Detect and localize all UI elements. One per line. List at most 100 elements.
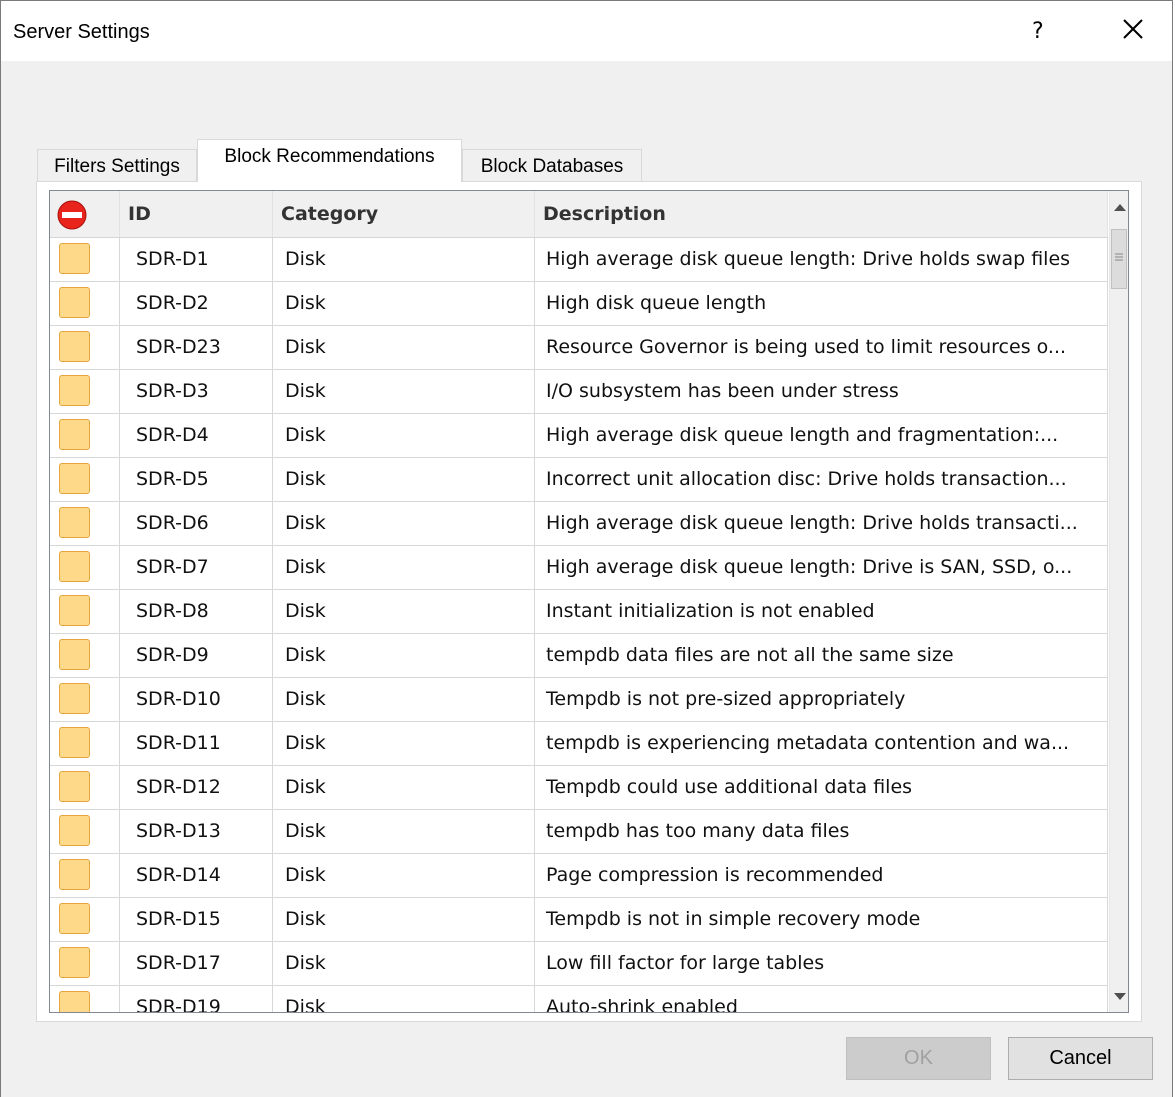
row-block-cell[interactable] — [50, 502, 120, 545]
row-category: Disk — [273, 766, 535, 809]
row-block-cell[interactable] — [50, 854, 120, 897]
scroll-thumb[interactable] — [1111, 229, 1127, 289]
block-checkbox[interactable] — [59, 727, 90, 758]
table-row[interactable]: SDR-D7 Disk High average disk queue length… — [50, 546, 1108, 590]
row-block-cell[interactable] — [50, 986, 120, 1012]
table-row[interactable]: SDR-D3 Disk I/O subsystem has been under s… — [50, 370, 1108, 414]
row-block-cell[interactable] — [50, 678, 120, 721]
row-block-cell[interactable] — [50, 458, 120, 501]
scroll-up-icon[interactable] — [1113, 203, 1127, 213]
table-row[interactable]: SDR-D17 Disk Low fill factor for large tab… — [50, 942, 1108, 986]
block-checkbox[interactable] — [59, 287, 90, 318]
row-block-cell[interactable] — [50, 766, 120, 809]
block-column-header[interactable] — [50, 191, 120, 237]
block-checkbox[interactable] — [59, 331, 90, 362]
block-checkbox[interactable] — [59, 551, 90, 582]
grid-header: ID Category Description — [50, 191, 1108, 238]
block-checkbox[interactable] — [59, 375, 90, 406]
row-block-cell[interactable] — [50, 810, 120, 853]
row-block-cell[interactable] — [50, 282, 120, 325]
row-category: Disk — [273, 678, 535, 721]
row-block-cell[interactable] — [50, 414, 120, 457]
table-row[interactable]: SDR-D12 Disk Tempdb could use additional d… — [50, 766, 1108, 810]
cancel-button[interactable]: Cancel — [1008, 1037, 1153, 1080]
block-checkbox[interactable] — [59, 859, 90, 890]
row-id: SDR-D4 — [120, 414, 273, 457]
row-block-cell[interactable] — [50, 942, 120, 985]
block-checkbox[interactable] — [59, 991, 90, 1012]
block-checkbox[interactable] — [59, 947, 90, 978]
category-column-header[interactable]: Category — [273, 191, 535, 237]
block-checkbox[interactable] — [59, 595, 90, 626]
row-category: Disk — [273, 590, 535, 633]
row-id: SDR-D15 — [120, 898, 273, 941]
block-checkbox[interactable] — [59, 903, 90, 934]
block-checkbox[interactable] — [59, 639, 90, 670]
table-row[interactable]: SDR-D4 Disk High average disk queue length… — [50, 414, 1108, 458]
row-description: tempdb data files are not all the same s… — [535, 634, 1108, 677]
table-row[interactable]: SDR-D5 Disk Incorrect unit allocation disc… — [50, 458, 1108, 502]
row-block-cell[interactable] — [50, 326, 120, 369]
tab-block-recommendations[interactable]: Block Recommendations — [197, 139, 462, 182]
block-checkbox[interactable] — [59, 463, 90, 494]
table-row[interactable]: SDR-D15 Disk Tempdb is not in simple recov… — [50, 898, 1108, 942]
table-row[interactable]: SDR-D13 Disk tempdb has too many data file… — [50, 810, 1108, 854]
table-row[interactable]: SDR-D1 Disk High average disk queue length… — [50, 238, 1108, 282]
row-block-cell[interactable] — [50, 634, 120, 677]
row-id: SDR-D9 — [120, 634, 273, 677]
row-id: SDR-D14 — [120, 854, 273, 897]
row-id: SDR-D10 — [120, 678, 273, 721]
description-column-header[interactable]: Description — [535, 191, 1108, 237]
block-checkbox[interactable] — [59, 815, 90, 846]
row-block-cell[interactable] — [50, 590, 120, 633]
table-row[interactable]: SDR-D2 Disk High disk queue length — [50, 282, 1108, 326]
table-row[interactable]: SDR-D14 Disk Page compression is recommend… — [50, 854, 1108, 898]
row-block-cell[interactable] — [50, 898, 120, 941]
table-row[interactable]: SDR-D6 Disk High average disk queue length… — [50, 502, 1108, 546]
scroll-down-icon[interactable] — [1113, 991, 1127, 1001]
close-icon[interactable] — [1119, 15, 1147, 43]
tab-filters-settings[interactable]: Filters Settings — [37, 149, 197, 181]
dialog-title: Server Settings — [13, 21, 150, 43]
block-checkbox[interactable] — [59, 243, 90, 274]
block-checkbox[interactable] — [59, 507, 90, 538]
table-row[interactable]: SDR-D19 Disk Auto-shrink enabled — [50, 986, 1108, 1012]
table-row[interactable]: SDR-D8 Disk Instant initialization is not … — [50, 590, 1108, 634]
table-row[interactable]: SDR-D10 Disk Tempdb is not pre-sized appro… — [50, 678, 1108, 722]
tab-block-databases[interactable]: Block Databases — [462, 149, 642, 181]
id-column-header[interactable]: ID — [120, 191, 273, 237]
help-button[interactable]: ? — [1032, 19, 1044, 44]
block-checkbox[interactable] — [59, 419, 90, 450]
block-checkbox[interactable] — [59, 771, 90, 802]
row-description: Tempdb is not pre-sized appropriately — [535, 678, 1108, 721]
row-block-cell[interactable] — [50, 370, 120, 413]
table-row[interactable]: SDR-D23 Disk Resource Governor is being us… — [50, 326, 1108, 370]
row-block-cell[interactable] — [50, 546, 120, 589]
row-block-cell[interactable] — [50, 722, 120, 765]
row-category: Disk — [273, 326, 535, 369]
tab-panel: ID Category Description SDR-D1 Disk High a… — [36, 181, 1142, 1022]
row-description: Page compression is recommended — [535, 854, 1108, 897]
row-id: SDR-D6 — [120, 502, 273, 545]
table-row[interactable]: SDR-D9 Disk tempdb data files are not all … — [50, 634, 1108, 678]
row-id: SDR-D11 — [120, 722, 273, 765]
row-description: tempdb has too many data files — [535, 810, 1108, 853]
grip-icon — [1115, 253, 1123, 261]
row-id: SDR-D2 — [120, 282, 273, 325]
row-description: tempdb is experiencing metadata contenti… — [535, 722, 1108, 765]
row-id: SDR-D19 — [120, 986, 273, 1012]
row-category: Disk — [273, 898, 535, 941]
row-id: SDR-D1 — [120, 238, 273, 281]
row-category: Disk — [273, 282, 535, 325]
row-block-cell[interactable] — [50, 238, 120, 281]
table-row[interactable]: SDR-D11 Disk tempdb is experiencing metada… — [50, 722, 1108, 766]
row-id: SDR-D13 — [120, 810, 273, 853]
row-description: Tempdb is not in simple recovery mode — [535, 898, 1108, 941]
vertical-scrollbar[interactable] — [1109, 191, 1128, 1012]
row-id: SDR-D5 — [120, 458, 273, 501]
row-description: Instant initialization is not enabled — [535, 590, 1108, 633]
row-id: SDR-D7 — [120, 546, 273, 589]
ok-button[interactable]: OK — [846, 1037, 991, 1080]
block-checkbox[interactable] — [59, 683, 90, 714]
block-icon — [57, 200, 87, 230]
